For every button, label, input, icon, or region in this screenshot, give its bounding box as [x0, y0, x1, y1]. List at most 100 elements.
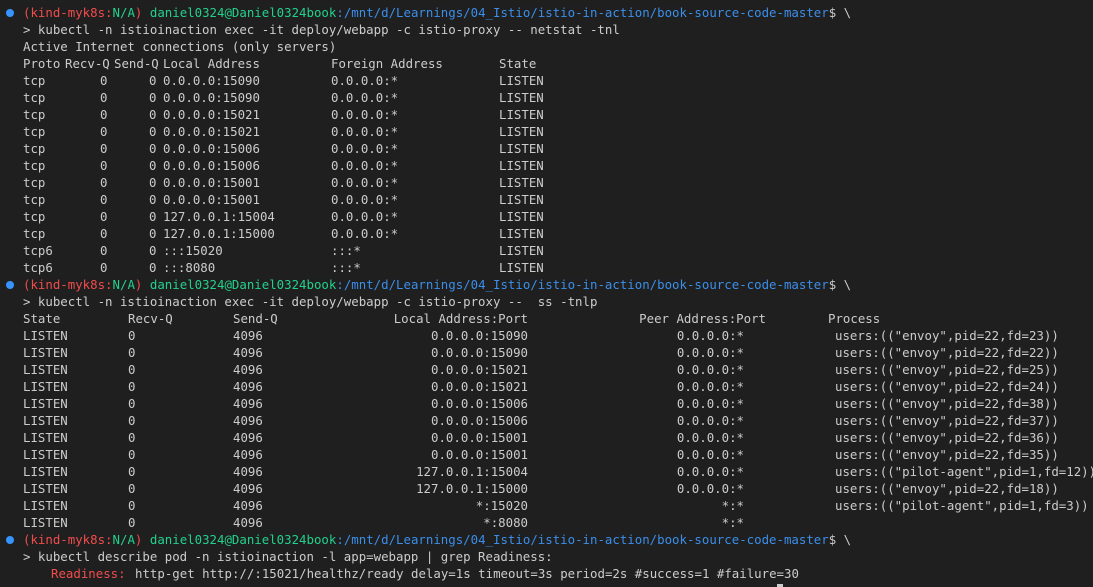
cell-state: LISTEN: [23, 396, 68, 411]
prompt-line: (kind-myk8s:N/A) daniel0324@Daniel0324bo…: [0, 531, 1093, 548]
ss-row: LISTEN 0 4096 127.0.0.1:15000 0.0.0.0:* users…: [0, 480, 1093, 497]
cell-state: LISTEN: [499, 243, 544, 258]
terminal-window[interactable]: (kind-myk8s:N/A) daniel0324@Daniel0324bo…: [0, 0, 1093, 587]
cell-state: LISTEN: [23, 464, 68, 479]
cell-send-q: 0: [149, 124, 157, 139]
cell-recv-q: 0: [128, 362, 136, 377]
header-proto: Proto: [23, 56, 61, 71]
cell-recv-q: 0: [128, 498, 136, 513]
cell-send-q: 4096: [233, 515, 263, 530]
header-recv-q: Recv-Q: [128, 311, 173, 326]
netstat-title: Active Internet connections (only server…: [23, 39, 337, 54]
command-line: > kubectl -n istioinaction exec -it depl…: [0, 21, 1093, 38]
readiness-label: Readiness:: [51, 566, 126, 581]
cell-foreign-address: 0.0.0.0:*: [331, 175, 399, 190]
header-foreign-address: Foreign Address: [331, 56, 443, 71]
cell-local-address: 0.0.0.0:15001: [163, 175, 260, 190]
netstat-row: tcp 0 0 0.0.0.0:15006 0.0.0.0:* LISTEN: [0, 157, 1093, 174]
cell-peer-address-port: 0.0.0.0:*: [676, 413, 744, 428]
cell-peer-address-port: *:*: [721, 498, 744, 513]
cell-recv-q: 0: [128, 413, 136, 428]
cell-peer-address-port: 0.0.0.0:*: [676, 345, 744, 360]
cell-recv-q: 0: [100, 192, 108, 207]
cell-process: users:(("envoy",pid=22,fd=22)): [835, 345, 1059, 360]
prompt-line: (kind-myk8s:N/A) daniel0324@Daniel0324bo…: [0, 276, 1093, 293]
ss-row: LISTEN 0 4096 0.0.0.0:15006 0.0.0.0:* users:(…: [0, 412, 1093, 429]
cell-state: LISTEN: [499, 226, 544, 241]
cell-local-address-port: 0.0.0.0:15006: [431, 413, 528, 428]
cell-send-q: 4096: [233, 379, 263, 394]
cell-send-q: 4096: [233, 396, 263, 411]
cell-state: LISTEN: [499, 73, 544, 88]
cell-local-address: 0.0.0.0:15090: [163, 73, 260, 88]
cell-state: LISTEN: [23, 328, 68, 343]
ss-row: LISTEN 0 4096 0.0.0.0:15006 0.0.0.0:* users:(…: [0, 395, 1093, 412]
kube-context-open: (kind-myk8s:: [23, 532, 113, 547]
ss-command: > kubectl -n istioinaction exec -it depl…: [23, 294, 598, 309]
netstat-row: tcp 0 0 0.0.0.0:15021 0.0.0.0:* LISTEN: [0, 123, 1093, 140]
cell-peer-address-port: 0.0.0.0:*: [676, 396, 744, 411]
cell-proto: tcp: [23, 141, 46, 156]
cell-state: LISTEN: [499, 107, 544, 122]
working-directory: :/mnt/d/Learnings/04_Istio/istio-in-acti…: [336, 532, 829, 547]
prompt-text: (kind-myk8s:N/A) daniel0324@Daniel0324bo…: [23, 4, 851, 21]
cell-send-q: 4096: [233, 430, 263, 445]
cell-state: LISTEN: [23, 345, 68, 360]
command-line: > kubectl -n istioinaction exec -it depl…: [0, 293, 1093, 310]
cell-state: LISTEN: [499, 90, 544, 105]
cell-peer-address-port: 0.0.0.0:*: [676, 481, 744, 496]
cell-proto: tcp: [23, 192, 46, 207]
cell-process: users:(("envoy",pid=22,fd=23)): [835, 328, 1059, 343]
cell-foreign-address: 0.0.0.0:*: [331, 124, 399, 139]
cell-recv-q: 0: [100, 226, 108, 241]
cell-send-q: 4096: [233, 447, 263, 462]
netstat-row: tcp 0 0 127.0.0.1:15000 0.0.0.0:* LISTEN: [0, 225, 1093, 242]
kube-context-open: (kind-myk8s:: [23, 5, 113, 20]
cell-state: LISTEN: [499, 124, 544, 139]
cell-process: users:(("envoy",pid=22,fd=35)): [835, 447, 1059, 462]
cell-state: LISTEN: [23, 481, 68, 496]
cell-send-q: 0: [149, 141, 157, 156]
cell-state: LISTEN: [23, 515, 68, 530]
netstat-row: tcp6 0 0:::8080:::* LISTEN: [0, 259, 1093, 276]
cell-process: users:(("envoy",pid=22,fd=25)): [835, 362, 1059, 377]
cell-recv-q: 0: [128, 515, 136, 530]
prompt-status-icon: [6, 9, 14, 17]
cell-peer-address-port: 0.0.0.0:*: [676, 447, 744, 462]
cell-send-q: 0: [149, 209, 157, 224]
cell-process: users:(("pilot-agent",pid=1,fd=12)): [835, 464, 1093, 479]
user-host: daniel0324@Daniel0324book: [149, 5, 337, 20]
output-line: Active Internet connections (only server…: [0, 38, 1093, 55]
prompt-suffix: $ \: [828, 277, 852, 292]
prompt-line: (kind-myk8s:N/A) daniel0324@Daniel0324bo…: [0, 4, 1093, 21]
cell-recv-q: 0: [100, 260, 108, 275]
cell-send-q: 0: [149, 175, 157, 190]
cell-local-address-port: 0.0.0.0:15001: [431, 430, 528, 445]
cell-proto: tcp: [23, 124, 46, 139]
cell-state: LISTEN: [499, 260, 544, 275]
cell-recv-q: 0: [128, 396, 136, 411]
cell-state: LISTEN: [499, 175, 544, 190]
netstat-row: tcp 0 0 0.0.0.0:15001 0.0.0.0:* LISTEN: [0, 174, 1093, 191]
header-state: State: [23, 311, 61, 326]
cell-peer-address-port: *:*: [721, 515, 744, 530]
cell-state: LISTEN: [499, 192, 544, 207]
active-prompt-line[interactable]: [0, 582, 1093, 587]
cell-local-address-port: 0.0.0.0:15001: [431, 447, 528, 462]
cell-recv-q: 0: [128, 379, 136, 394]
cell-recv-q: 0: [100, 124, 108, 139]
ss-row: LISTEN 0 4096 0.0.0.0:15001 0.0.0.0:* users:(…: [0, 429, 1093, 446]
kube-namespace: N/A: [112, 5, 135, 20]
cell-peer-address-port: 0.0.0.0:*: [676, 430, 744, 445]
working-directory: :/mnt/d/Learnings/04_Istio/istio-in-acti…: [336, 5, 829, 20]
netstat-command: > kubectl -n istioinaction exec -it depl…: [23, 22, 620, 37]
cell-local-address: 0.0.0.0:15021: [163, 107, 260, 122]
cell-state: LISTEN: [23, 447, 68, 462]
cell-send-q: 0: [149, 226, 157, 241]
cell-recv-q: 0: [100, 158, 108, 173]
cell-recv-q: 0: [128, 447, 136, 462]
cell-send-q: 0: [149, 260, 157, 275]
ss-row: LISTEN 0 4096 0.0.0.0:15001 0.0.0.0:* users:(…: [0, 446, 1093, 463]
cell-recv-q: 0: [128, 328, 136, 343]
cell-recv-q: 0: [100, 90, 108, 105]
